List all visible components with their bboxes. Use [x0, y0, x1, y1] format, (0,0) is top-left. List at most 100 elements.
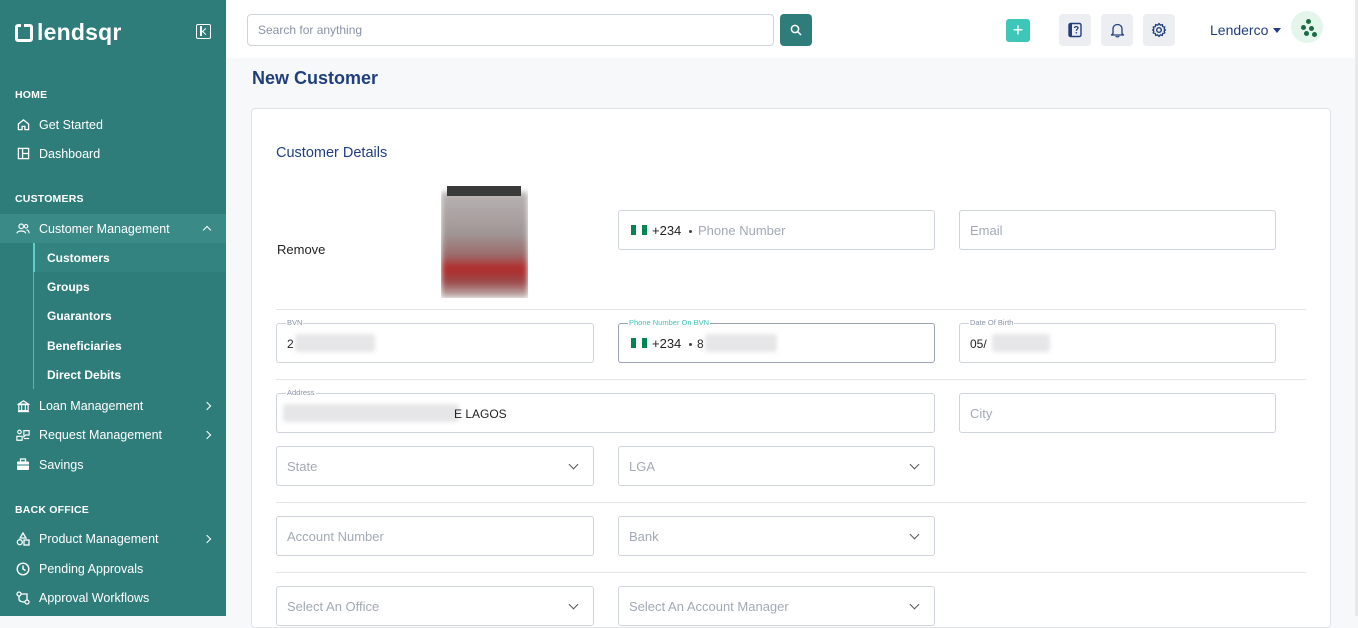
- collapse-sidebar-icon[interactable]: [196, 24, 211, 39]
- sidebar-item-label: Loan Management: [39, 398, 144, 413]
- redacted-text: [283, 404, 459, 422]
- nigeria-flag-icon: [631, 338, 647, 348]
- remove-photo-link[interactable]: Remove: [277, 242, 325, 257]
- avatar[interactable]: [1291, 11, 1323, 43]
- bank-select[interactable]: Bank: [618, 516, 935, 556]
- bank-placeholder: Bank: [629, 529, 659, 544]
- email-placeholder: Email: [970, 223, 1003, 238]
- date-of-birth-field[interactable]: Date Of Birth 05/: [959, 318, 1276, 363]
- page-title: New Customer: [252, 68, 379, 88]
- dashboard-icon: [16, 147, 30, 161]
- sidebar: lendsqr HOME Get Started Dashboard CUSTO…: [0, 0, 226, 616]
- phone-number-placeholder: Phone Number: [698, 223, 786, 238]
- address-value: E LAGOS: [454, 407, 507, 421]
- chevron-down-icon: [568, 599, 579, 610]
- redacted-text: [705, 334, 777, 352]
- bvn-field[interactable]: BVN 2: [276, 318, 594, 363]
- customer-photo[interactable]: [441, 186, 528, 298]
- divider: [276, 309, 1306, 310]
- topbar: + Lenderco: [226, 0, 1358, 58]
- section-customers: CUSTOMERS: [15, 193, 84, 205]
- office-placeholder: Select An Office: [287, 599, 380, 614]
- sidebar-subitem-beneficiaries[interactable]: Beneficiaries: [33, 331, 226, 360]
- chevron-down-icon: [909, 599, 920, 610]
- account-number-placeholder: Account Number: [287, 529, 384, 544]
- help-button[interactable]: [1059, 14, 1091, 46]
- users-icon: [16, 222, 30, 236]
- settings-button[interactable]: [1143, 14, 1175, 46]
- chevron-up-icon: [202, 225, 212, 235]
- sidebar-item-label: Request Management: [39, 427, 162, 442]
- date-of-birth-value: 05/: [970, 337, 987, 351]
- plus-icon: +: [1012, 20, 1024, 40]
- sidebar-item-dashboard[interactable]: Dashboard: [0, 139, 226, 168]
- bank-icon: [16, 399, 30, 413]
- sidebar-subitem-customers[interactable]: Customers: [33, 243, 226, 272]
- divider: [276, 502, 1306, 503]
- section-home: HOME: [15, 89, 48, 101]
- phone-on-bvn-label: Phone Number On BVN: [628, 318, 711, 327]
- address-field[interactable]: Address E LAGOS: [276, 388, 935, 433]
- sidebar-item-customer-management[interactable]: Customer Management: [0, 214, 226, 243]
- search-icon: [790, 24, 802, 36]
- dial-dropdown-icon: [689, 230, 692, 233]
- email-field[interactable]: Email: [959, 210, 1276, 250]
- dial-code[interactable]: +234: [652, 336, 681, 351]
- bell-icon: [1110, 23, 1124, 38]
- sidebar-item-loan-management[interactable]: Loan Management: [0, 391, 226, 420]
- state-placeholder: State: [287, 459, 318, 474]
- sidebar-item-label: Get Started: [39, 117, 103, 132]
- redacted-text: [295, 334, 375, 352]
- search-input[interactable]: [247, 14, 774, 46]
- sidebar-item-request-management[interactable]: Request Management: [0, 420, 226, 449]
- sidebar-item-label: Product Management: [39, 531, 159, 546]
- lga-placeholder: LGA: [629, 459, 656, 474]
- sidebar-item-approval-workflows[interactable]: Approval Workflows: [0, 583, 226, 612]
- chevron-down-icon: [568, 459, 579, 470]
- dial-code[interactable]: +234: [652, 223, 681, 238]
- chevron-down-icon: [909, 459, 920, 470]
- briefcase-icon: [16, 458, 30, 472]
- phone-number-field[interactable]: +234 Phone Number: [618, 210, 935, 250]
- sidebar-item-product-management[interactable]: Product Management: [0, 524, 226, 553]
- sidebar-item-get-started[interactable]: Get Started: [0, 110, 226, 139]
- caret-down-icon[interactable]: [1273, 28, 1281, 33]
- city-field[interactable]: City: [959, 393, 1276, 433]
- logo[interactable]: lendsqr: [15, 19, 121, 46]
- date-of-birth-label: Date Of Birth: [969, 318, 1015, 327]
- sidebar-item-label: Pending Approvals: [39, 561, 144, 576]
- search-button[interactable]: [780, 14, 812, 46]
- bvn-label: BVN: [286, 318, 304, 327]
- chevron-right-icon: [202, 534, 212, 543]
- state-select[interactable]: State: [276, 446, 594, 486]
- user-name[interactable]: Lenderco: [1210, 22, 1268, 38]
- office-select[interactable]: Select An Office: [276, 586, 594, 626]
- section-title: Customer Details: [276, 145, 388, 161]
- sidebar-subitem-groups[interactable]: Groups: [33, 272, 226, 301]
- account-manager-placeholder: Select An Account Manager: [629, 599, 789, 614]
- home-icon: [16, 118, 30, 132]
- address-label: Address: [286, 388, 316, 397]
- workflow-icon: [16, 590, 30, 605]
- logo-icon: [15, 23, 33, 42]
- account-manager-select[interactable]: Select An Account Manager: [618, 586, 935, 626]
- sidebar-item-pending-approvals[interactable]: Pending Approvals: [0, 554, 226, 583]
- lga-select[interactable]: LGA: [618, 446, 935, 486]
- nigeria-flag-icon: [631, 225, 647, 235]
- divider: [276, 379, 1306, 380]
- add-button[interactable]: +: [1006, 19, 1030, 42]
- sidebar-subitem-guarantors[interactable]: Guarantors: [33, 301, 226, 330]
- clock-icon: [16, 561, 30, 576]
- sidebar-subitem-direct-debits[interactable]: Direct Debits: [33, 360, 226, 389]
- section-back-office: BACK OFFICE: [15, 504, 89, 516]
- help-icon: [1068, 22, 1082, 38]
- logo-text: lendsqr: [37, 19, 122, 45]
- phone-on-bvn-value: 8: [697, 337, 704, 351]
- sidebar-item-label: Approval Workflows: [39, 590, 150, 605]
- notifications-button[interactable]: [1101, 14, 1133, 46]
- sidebar-item-label: Dashboard: [39, 146, 101, 161]
- phone-on-bvn-field[interactable]: Phone Number On BVN +234 8: [618, 318, 935, 363]
- gear-icon: [1151, 22, 1167, 38]
- account-number-field[interactable]: Account Number: [276, 516, 594, 556]
- sidebar-item-savings[interactable]: Savings: [0, 450, 226, 479]
